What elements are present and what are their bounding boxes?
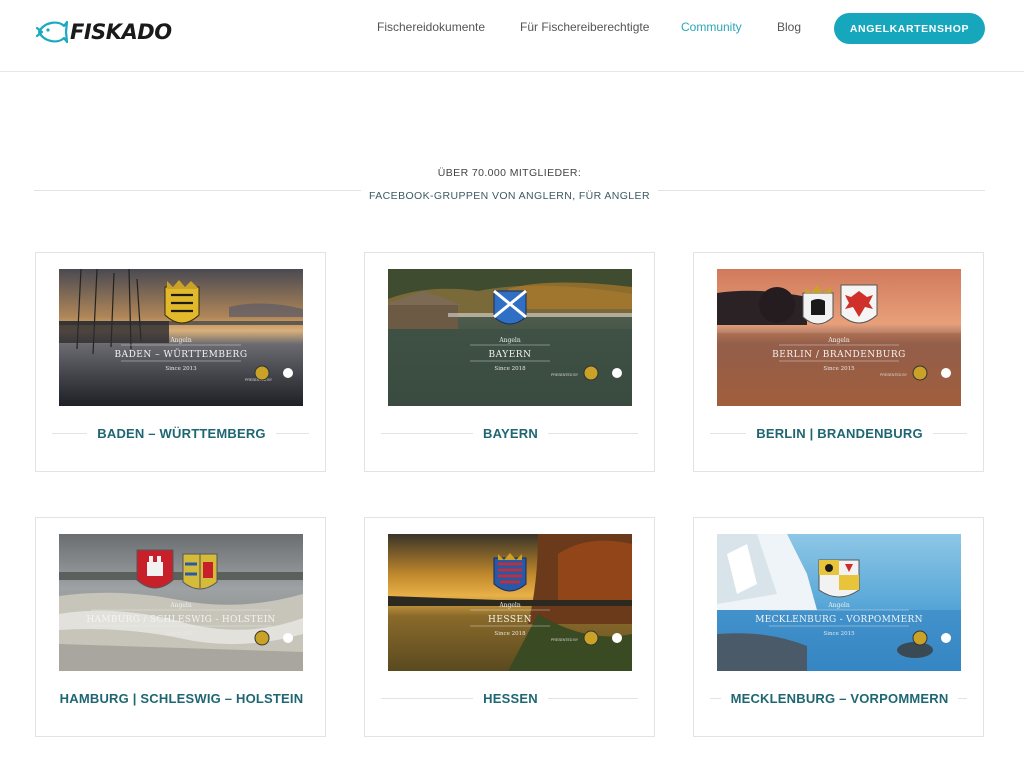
overlay-presented-by: PRESENTED BY bbox=[551, 373, 579, 377]
group-card-hessen[interactable]: Angeln HESSEN Since 2018 PRESENTED BY HE… bbox=[364, 517, 655, 737]
overlay-group-name: HESSEN bbox=[488, 615, 532, 625]
card-title[interactable]: HAMBURG | SCHLESWIG – HOLSTEIN bbox=[49, 691, 314, 706]
nav-item-community[interactable]: Community bbox=[681, 20, 742, 34]
overlay-since: Since 2015 bbox=[823, 366, 855, 372]
groups-subheading-wrap: FACEBOOK-GRUPPEN VON ANGLERN, FÜR ANGLER bbox=[0, 190, 1019, 202]
card-title[interactable]: MECKLENBURG – VORPOMMERN bbox=[720, 691, 959, 706]
overlay-group-name: BADEN – WÜRTTEMBERG bbox=[114, 348, 247, 360]
overlay-since: Since 2017 bbox=[165, 631, 197, 637]
site-header: FISKADO Fischereidokumente Für Fischerei… bbox=[0, 0, 1024, 72]
card-title[interactable]: BERLIN | BRANDENBURG bbox=[746, 426, 933, 441]
overlay-group-name: HAMBURG / SCHLESWIG - HOLSTEIN bbox=[86, 615, 275, 625]
overlay-kicker: Angeln bbox=[827, 337, 850, 344]
card-title-wrap[interactable]: BAYERN bbox=[365, 426, 656, 441]
group-card-berlin-brandenburg[interactable]: Angeln BERLIN / BRANDENBURG Since 2015 P… bbox=[693, 252, 984, 472]
overlay-kicker: Angeln bbox=[498, 602, 521, 609]
group-image[interactable]: Angeln BERLIN / BRANDENBURG Since 2015 P… bbox=[717, 269, 961, 406]
nav-item-fischereiberechtigte[interactable]: Für Fischereiberechtigte bbox=[520, 20, 649, 34]
overlay-since: Since 2015 bbox=[823, 631, 855, 637]
overlay-group-name: BAYERN bbox=[489, 350, 532, 360]
members-heading: ÜBER 70.000 MITGLIEDER: bbox=[437, 167, 582, 179]
overlay-since: Since 2018 bbox=[494, 631, 526, 637]
card-title-wrap[interactable]: HAMBURG | SCHLESWIG – HOLSTEIN bbox=[36, 691, 327, 706]
group-image[interactable]: Angeln BAYERN Since 2018 PRESENTED BY bbox=[388, 269, 632, 406]
overlay-group-name: BERLIN / BRANDENBURG bbox=[772, 350, 906, 360]
nav-item-blog[interactable]: Blog bbox=[777, 20, 801, 34]
group-image[interactable]: Angeln HAMBURG / SCHLESWIG - HOLSTEIN Si… bbox=[59, 534, 303, 671]
card-title[interactable]: BADEN – WÜRTTEMBERG bbox=[87, 426, 276, 441]
group-image[interactable]: Angeln BADEN – WÜRTTEMBERG Since 2013 PR… bbox=[59, 269, 303, 406]
group-image[interactable]: Angeln MECKLENBURG - VORPOMMERN Since 20… bbox=[717, 534, 961, 671]
card-title-wrap[interactable]: HESSEN bbox=[365, 691, 656, 706]
overlay-kicker: Angeln bbox=[169, 337, 192, 344]
group-image[interactable]: Angeln HESSEN Since 2018 PRESENTED BY bbox=[388, 534, 632, 671]
overlay-since: Since 2013 bbox=[165, 366, 197, 372]
group-card-bayern[interactable]: Angeln BAYERN Since 2018 PRESENTED BY BA… bbox=[364, 252, 655, 472]
overlay-presented-by: PRESENTED BY bbox=[880, 373, 908, 377]
overlay-presented-by: PRESENTED BY bbox=[551, 638, 579, 642]
card-title-wrap[interactable]: BADEN – WÜRTTEMBERG bbox=[36, 426, 327, 441]
card-title[interactable]: HESSEN bbox=[473, 691, 548, 706]
card-title[interactable]: BAYERN bbox=[473, 426, 548, 441]
angelkartenshop-button[interactable]: ANGELKARTENSHOP bbox=[834, 13, 985, 44]
nav-item-fischereidokumente[interactable]: Fischereidokumente bbox=[377, 20, 485, 34]
group-card-mecklenburg-vorpommern[interactable]: Angeln MECKLENBURG - VORPOMMERN Since 20… bbox=[693, 517, 984, 737]
groups-subheading: FACEBOOK-GRUPPEN VON ANGLERN, FÜR ANGLER bbox=[361, 190, 658, 202]
group-card-hamburg-schleswig-holstein[interactable]: Angeln HAMBURG / SCHLESWIG - HOLSTEIN Si… bbox=[35, 517, 326, 737]
overlay-kicker: Angeln bbox=[169, 602, 192, 609]
overlay-group-name: MECKLENBURG - VORPOMMERN bbox=[755, 615, 923, 625]
overlay-since: Since 2018 bbox=[494, 366, 526, 372]
card-title-wrap[interactable]: BERLIN | BRANDENBURG bbox=[694, 426, 985, 441]
group-card-baden-wuerttemberg[interactable]: Angeln BADEN – WÜRTTEMBERG Since 2013 PR… bbox=[35, 252, 326, 472]
overlay-kicker: Angeln bbox=[498, 337, 521, 344]
card-title-wrap[interactable]: MECKLENBURG – VORPOMMERN bbox=[694, 691, 985, 706]
overlay-kicker: Angeln bbox=[827, 602, 850, 609]
